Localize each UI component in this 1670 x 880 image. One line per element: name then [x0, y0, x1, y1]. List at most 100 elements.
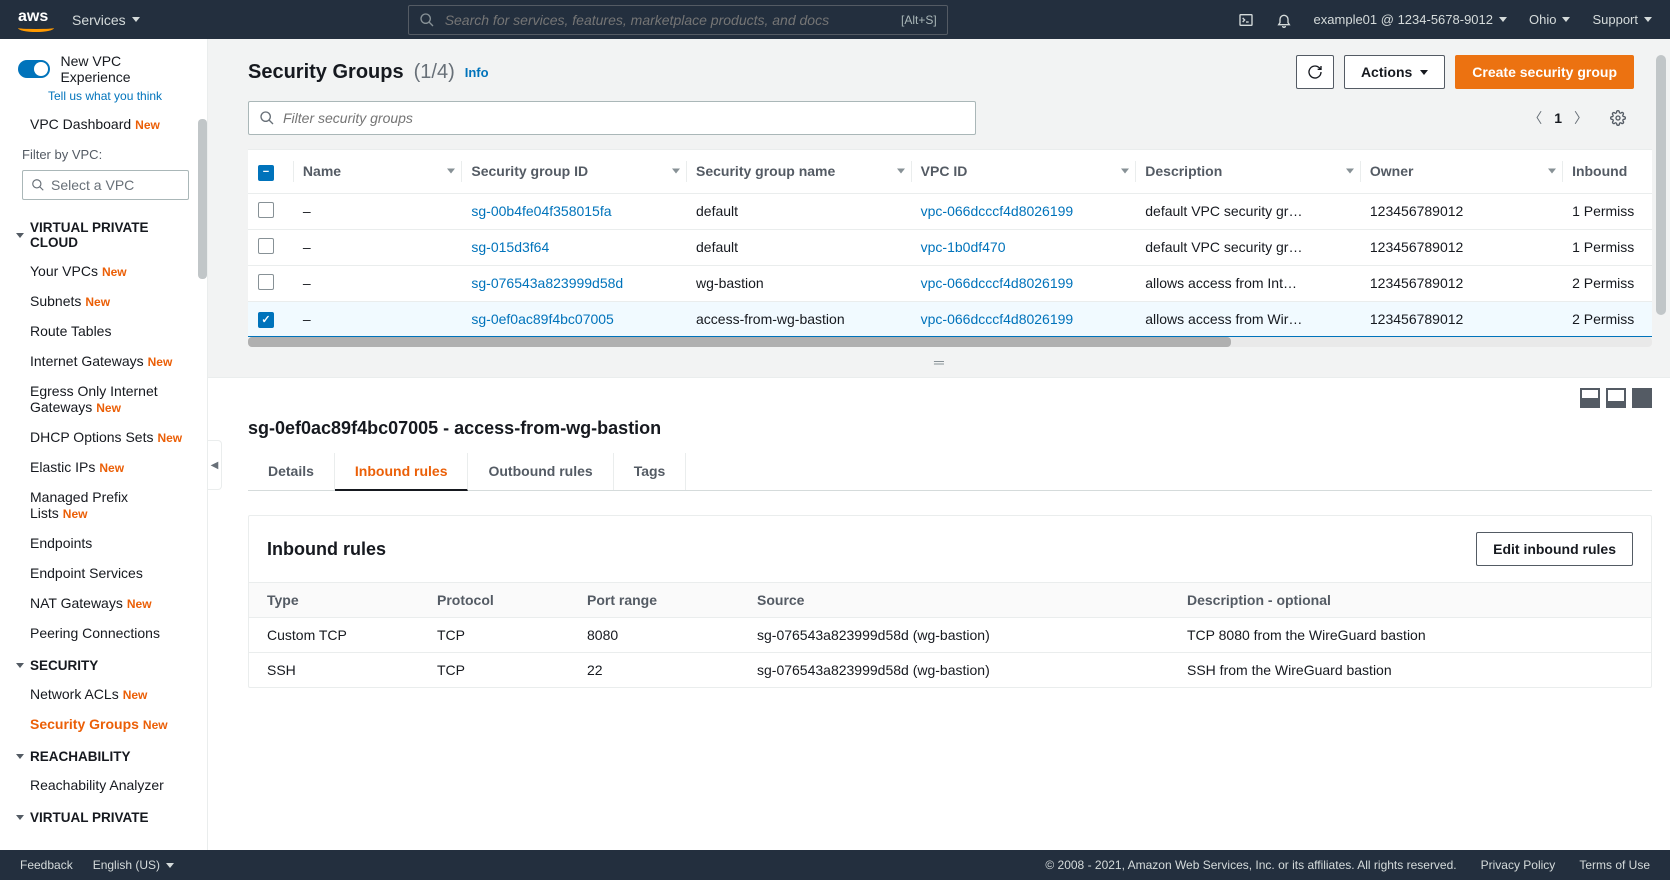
sidebar-item-route-tables[interactable]: Route Tables: [0, 316, 207, 346]
new-experience-toggle[interactable]: [18, 60, 50, 78]
page-prev[interactable]: 〈: [1528, 108, 1542, 128]
section-vpc[interactable]: VIRTUAL PRIVATE CLOUD: [0, 210, 207, 256]
section-vpn[interactable]: VIRTUAL PRIVATE: [0, 800, 207, 831]
rules-heading: Inbound rules: [267, 539, 386, 560]
table-settings-button[interactable]: [1602, 102, 1634, 134]
region-menu[interactable]: Ohio: [1529, 12, 1570, 27]
rule-row: SSHTCP22sg-076543a823999d58d (wg-bastion…: [249, 653, 1651, 688]
sidebar-item-eips[interactable]: Elastic IPsNew: [0, 452, 207, 482]
create-sg-button[interactable]: Create security group: [1455, 55, 1634, 89]
row-checkbox[interactable]: [258, 274, 274, 290]
sg-id-link[interactable]: sg-076543a823999d58d: [461, 265, 686, 301]
detail-title: sg-0ef0ac89f4bc07005 - access-from-wg-ba…: [248, 412, 1652, 453]
main-scrollbar[interactable]: [1656, 55, 1666, 315]
rules-col-source: Source: [739, 583, 1169, 618]
filter-input[interactable]: [248, 101, 976, 135]
sidebar-item-endpoints[interactable]: Endpoints: [0, 528, 207, 558]
sidebar-item-reachability[interactable]: Reachability Analyzer: [0, 770, 207, 800]
sg-id-link[interactable]: sg-0ef0ac89f4bc07005: [461, 301, 686, 337]
col-name[interactable]: Name: [293, 150, 461, 193]
sidebar-item-igw[interactable]: Internet GatewaysNew: [0, 346, 207, 376]
selection-count: (1/4): [414, 61, 455, 84]
feedback-link[interactable]: Tell us what you think: [0, 89, 207, 103]
sidebar-item-subnets[interactable]: SubnetsNew: [0, 286, 207, 316]
cloudshell-icon[interactable]: [1238, 12, 1254, 28]
col-inbound[interactable]: Inbound: [1562, 150, 1652, 193]
tab-inbound[interactable]: Inbound rules: [335, 453, 469, 491]
sidebar-item-prefix-lists[interactable]: Managed Prefix ListsNew: [0, 482, 207, 528]
sidebar-item-peering[interactable]: Peering Connections: [0, 618, 207, 648]
search-icon: [259, 110, 275, 126]
page-next[interactable]: 〉: [1574, 108, 1588, 128]
col-vpc[interactable]: VPC ID: [911, 150, 1136, 193]
col-owner[interactable]: Owner: [1360, 150, 1562, 193]
services-menu[interactable]: Services: [72, 12, 140, 28]
rules-col-port: Port range: [569, 583, 739, 618]
rules-col-desc: Description - optional: [1169, 583, 1651, 618]
vpc-id-link[interactable]: vpc-066dcccf4d8026199: [911, 265, 1136, 301]
table-hscroll[interactable]: [248, 337, 1652, 347]
panel-bottom-icon[interactable]: [1606, 388, 1626, 408]
vpc-id-link[interactable]: vpc-066dcccf4d8026199: [911, 301, 1136, 337]
row-checkbox[interactable]: [258, 202, 274, 218]
table-row[interactable]: –sg-00b4fe04f358015fadefaultvpc-066dcccf…: [248, 193, 1652, 229]
support-menu[interactable]: Support: [1592, 12, 1652, 27]
sg-id-link[interactable]: sg-00b4fe04f358015fa: [461, 193, 686, 229]
gear-icon: [1610, 110, 1626, 126]
sidebar-item-your-vpcs[interactable]: Your VPCsNew: [0, 256, 207, 286]
detail-panel: sg-0ef0ac89f4bc07005 - access-from-wg-ba…: [208, 377, 1670, 850]
refresh-icon: [1307, 64, 1323, 80]
row-checkbox[interactable]: ✓: [258, 312, 274, 328]
col-desc[interactable]: Description: [1135, 150, 1360, 193]
feedback-link[interactable]: Feedback: [20, 858, 73, 872]
table-row[interactable]: –sg-015d3f64defaultvpc-1b0df470default V…: [248, 229, 1652, 265]
col-sgname[interactable]: Security group name: [686, 150, 911, 193]
sidebar-item-dhcp[interactable]: DHCP Options SetsNew: [0, 422, 207, 452]
refresh-button[interactable]: [1296, 55, 1334, 89]
footer: Feedback English (US) © 2008 - 2021, Ama…: [0, 850, 1670, 880]
table-row[interactable]: ✓–sg-0ef0ac89f4bc07005access-from-wg-bas…: [248, 301, 1652, 337]
rules-col-type: Type: [249, 583, 419, 618]
edit-inbound-button[interactable]: Edit inbound rules: [1476, 532, 1633, 566]
account-menu[interactable]: example01 @ 1234-5678-9012: [1314, 12, 1507, 27]
table-row[interactable]: –sg-076543a823999d58dwg-bastionvpc-066dc…: [248, 265, 1652, 301]
actions-button[interactable]: Actions: [1344, 55, 1445, 89]
vpc-id-link[interactable]: vpc-1b0df470: [911, 229, 1136, 265]
tab-tags[interactable]: Tags: [614, 453, 687, 490]
panel-half-icon[interactable]: [1580, 388, 1600, 408]
sidebar-collapse-handle[interactable]: ◀: [208, 440, 222, 490]
aws-logo[interactable]: aws: [18, 8, 54, 32]
section-security[interactable]: SECURITY: [0, 648, 207, 679]
top-nav: aws Services [Alt+S] example01 @ 1234-56…: [0, 0, 1670, 39]
sidebar-item-nacls[interactable]: Network ACLsNew: [0, 679, 207, 709]
page-title: Security Groups: [248, 61, 404, 84]
notifications-icon[interactable]: [1276, 12, 1292, 28]
panel-full-icon[interactable]: [1632, 388, 1652, 408]
global-search[interactable]: [Alt+S]: [408, 5, 948, 35]
section-reachability[interactable]: REACHABILITY: [0, 739, 207, 770]
sidebar-item-dashboard[interactable]: VPC DashboardNew: [0, 109, 207, 139]
search-input[interactable]: [445, 12, 891, 28]
row-checkbox[interactable]: [258, 238, 274, 254]
vpc-filter-input[interactable]: Select a VPC: [22, 170, 189, 200]
language-menu[interactable]: English (US): [93, 858, 174, 872]
privacy-link[interactable]: Privacy Policy: [1481, 858, 1556, 872]
page-number: 1: [1554, 110, 1562, 126]
panel-splitter[interactable]: ═: [208, 347, 1670, 377]
tab-outbound[interactable]: Outbound rules: [468, 453, 613, 490]
vpc-id-link[interactable]: vpc-066dcccf4d8026199: [911, 193, 1136, 229]
terms-link[interactable]: Terms of Use: [1579, 858, 1650, 872]
sidebar-item-security-groups[interactable]: Security GroupsNew: [0, 709, 207, 739]
sg-id-link[interactable]: sg-015d3f64: [461, 229, 686, 265]
col-sgid[interactable]: Security group ID: [461, 150, 686, 193]
tab-details[interactable]: Details: [248, 453, 335, 490]
info-link[interactable]: Info: [465, 65, 489, 80]
sidebar-item-egress-igw[interactable]: Egress Only Internet GatewaysNew: [0, 376, 207, 422]
filter-vpc-label: Filter by VPC:: [0, 139, 207, 166]
security-groups-table: − Name Security group ID Security group …: [248, 149, 1652, 337]
select-all-checkbox[interactable]: −: [258, 165, 274, 181]
sidebar-scrollbar[interactable]: [198, 119, 207, 279]
search-icon: [419, 12, 435, 28]
sidebar-item-nat[interactable]: NAT GatewaysNew: [0, 588, 207, 618]
sidebar-item-endpoint-services[interactable]: Endpoint Services: [0, 558, 207, 588]
